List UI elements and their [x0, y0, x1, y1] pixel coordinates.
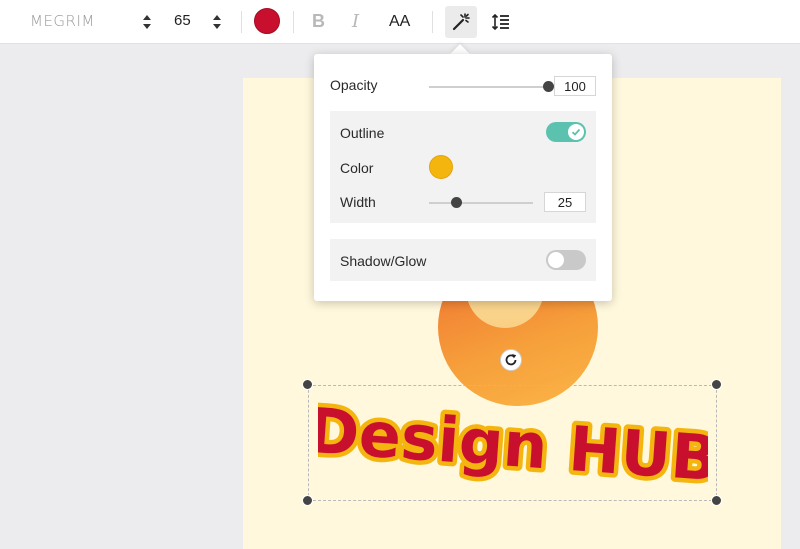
resize-handle-top-right[interactable]	[711, 379, 722, 390]
font-family-chevron-icon[interactable]	[141, 12, 153, 32]
outline-width-label: Width	[340, 194, 376, 210]
font-size-input[interactable]: 65	[174, 12, 191, 29]
text-case-button[interactable]: AA	[389, 13, 410, 31]
resize-handle-bottom-right[interactable]	[711, 495, 722, 506]
outline-color-label: Color	[340, 160, 374, 176]
outline-toggle-knob	[568, 124, 584, 140]
font-family-select[interactable]: MEGRIM	[30, 12, 95, 30]
outline-label: Outline	[340, 125, 385, 141]
outline-color-swatch[interactable]	[429, 155, 453, 179]
shadow-glow-toggle-knob	[548, 252, 564, 268]
outline-width-slider[interactable]	[429, 202, 533, 204]
toolbar-divider	[293, 11, 294, 33]
toolbar-divider	[432, 11, 433, 33]
effects-button[interactable]	[445, 6, 477, 38]
bold-button[interactable]: B	[312, 11, 325, 32]
toolbar-divider	[241, 11, 242, 33]
outline-panel: Outline Color Width 25	[330, 111, 596, 223]
rotate-handle[interactable]	[500, 349, 522, 371]
outline-toggle[interactable]	[546, 122, 586, 142]
magic-wand-icon	[452, 13, 470, 31]
outline-width-slider-thumb[interactable]	[451, 197, 462, 208]
shadow-panel: Shadow/Glow	[330, 239, 596, 281]
text-color-swatch[interactable]	[254, 8, 280, 34]
resize-handle-bottom-left[interactable]	[302, 495, 313, 506]
shadow-glow-toggle[interactable]	[546, 250, 586, 270]
line-spacing-icon	[491, 13, 509, 31]
shadow-glow-label: Shadow/Glow	[340, 253, 427, 269]
font-size-stepper-icon[interactable]	[211, 12, 223, 32]
design-hub-text[interactable]: Design HUB	[318, 394, 708, 494]
italic-button[interactable]: I	[352, 11, 359, 32]
check-icon	[571, 128, 581, 136]
effects-popover: Opacity 100 Outline Color Width 25 Shado…	[314, 54, 612, 301]
opacity-slider-thumb[interactable]	[543, 81, 554, 92]
rotate-icon	[505, 354, 517, 366]
resize-handle-top-left[interactable]	[302, 379, 313, 390]
opacity-label: Opacity	[330, 77, 378, 93]
design-hub-text-glyphs: Design HUB	[318, 394, 708, 494]
opacity-slider[interactable]	[429, 86, 549, 88]
toolbar: MEGRIM 65 B I AA	[0, 0, 800, 44]
opacity-input[interactable]: 100	[554, 76, 596, 96]
outline-width-input[interactable]: 25	[544, 192, 586, 212]
line-spacing-button[interactable]	[485, 6, 517, 38]
